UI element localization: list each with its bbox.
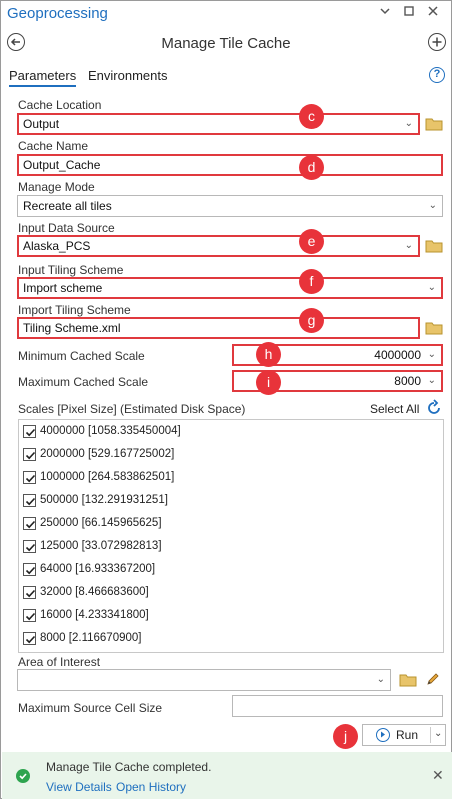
scale-label: 1000000 [264.583862501]	[40, 471, 175, 483]
max-cached-scale-label: Maximum Cached Scale	[18, 375, 149, 389]
help-icon[interactable]: ?	[429, 67, 445, 83]
callout-badge: f	[299, 269, 324, 294]
checkbox[interactable]	[23, 425, 36, 438]
folder-icon[interactable]	[399, 673, 417, 687]
input-data-source-select[interactable]: Alaska_PCS ⌄	[17, 235, 420, 257]
scale-label: 500000 [132.291931251]	[40, 494, 168, 506]
checkbox[interactable]	[23, 540, 36, 553]
input-tiling-scheme-value: Import scheme	[23, 281, 103, 295]
cache-name-value: Output_Cache	[23, 158, 101, 172]
scale-label: 4000000 [1058.335450004]	[40, 425, 181, 437]
chevron-down-icon[interactable]	[377, 5, 393, 21]
manage-mode-label: Manage Mode	[18, 180, 95, 194]
min-cached-scale-value: 4000000	[374, 348, 421, 362]
close-icon[interactable]	[425, 5, 441, 21]
folder-icon[interactable]	[425, 239, 443, 253]
success-icon	[16, 769, 30, 783]
cache-location-label: Cache Location	[18, 98, 102, 112]
checkbox[interactable]	[23, 448, 36, 461]
checkbox[interactable]	[23, 517, 36, 530]
scales-list: 4000000 [1058.335450004] 2000000 [529.16…	[18, 419, 444, 653]
folder-icon[interactable]	[425, 321, 443, 335]
folder-icon[interactable]	[425, 117, 443, 131]
checkbox[interactable]	[23, 563, 36, 576]
tab-bar: Parameters Environments ?	[1, 65, 451, 89]
checkbox[interactable]	[23, 586, 36, 599]
cache-location-value: Output	[23, 117, 60, 131]
callout-badge: h	[256, 342, 281, 367]
geoprocessing-pane: Geoprocessing Manage Tile Cache Paramete…	[0, 0, 452, 799]
callout-badge: d	[299, 155, 324, 180]
cache-name-label: Cache Name	[18, 139, 89, 153]
pane-title: Geoprocessing	[7, 5, 108, 22]
status-message: Manage Tile Cache completed.	[46, 760, 212, 774]
status-bar: Manage Tile Cache completed. View Detail…	[2, 752, 452, 799]
tool-header: Manage Tile Cache	[1, 29, 451, 59]
manage-mode-value: Recreate all tiles	[23, 199, 112, 213]
close-icon[interactable]: ✕	[432, 767, 444, 784]
max-source-cell-size-label: Maximum Source Cell Size	[18, 701, 163, 715]
play-icon	[376, 728, 390, 742]
callout-badge: i	[256, 370, 281, 395]
add-button[interactable]	[428, 33, 446, 51]
scale-label: 8000 [2.116670900]	[40, 632, 142, 644]
pencil-icon[interactable]	[425, 671, 441, 687]
checkbox[interactable]	[23, 632, 36, 645]
checkbox[interactable]	[23, 471, 36, 484]
chevron-down-icon: ⌄	[427, 375, 436, 386]
select-all-button[interactable]: Select All	[370, 402, 419, 416]
scale-label: 250000 [66.145965625]	[40, 517, 162, 529]
pin-icon[interactable]	[401, 5, 417, 21]
tab-parameters[interactable]: Parameters	[9, 68, 77, 87]
open-history-link[interactable]: Open History	[116, 780, 186, 794]
checkbox[interactable]	[23, 494, 36, 507]
callout-badge: j	[333, 724, 358, 749]
scale-label: 125000 [33.072982813]	[40, 540, 162, 552]
chevron-down-icon: ⌄	[427, 282, 436, 293]
callout-badge: g	[299, 308, 324, 333]
cache-location-select[interactable]: Output ⌄	[17, 113, 420, 135]
divider	[430, 727, 431, 743]
scale-label: 64000 [16.933367200]	[40, 563, 156, 575]
input-data-source-label: Input Data Source	[18, 221, 115, 235]
area-of-interest-label: Area of Interest	[18, 655, 101, 669]
chevron-down-icon: ⌄	[376, 674, 385, 685]
scale-label: 16000 [4.233341800]	[40, 609, 149, 621]
max-source-cell-size-input[interactable]	[232, 695, 443, 717]
chevron-down-icon: ⌄	[428, 200, 437, 211]
run-label: Run	[396, 728, 419, 742]
min-cached-scale-label: Minimum Cached Scale	[18, 349, 145, 363]
cache-name-input[interactable]: Output_Cache	[17, 154, 443, 176]
chevron-down-icon: ⌄	[404, 118, 413, 129]
input-data-source-value: Alaska_PCS	[23, 239, 91, 253]
scale-label: 32000 [8.466683600]	[40, 586, 149, 598]
callout-badge: c	[299, 104, 324, 129]
input-tiling-scheme-label: Input Tiling Scheme	[18, 263, 124, 277]
title-bar: Geoprocessing	[1, 1, 451, 27]
checkbox[interactable]	[23, 609, 36, 622]
refresh-icon[interactable]	[425, 399, 443, 417]
import-tiling-scheme-input[interactable]: Tiling Scheme.xml	[17, 317, 420, 339]
callout-badge: e	[299, 229, 324, 254]
chevron-down-icon: ⌄	[404, 240, 413, 251]
manage-mode-select[interactable]: Recreate all tiles ⌄	[17, 195, 443, 217]
chevron-down-icon[interactable]: ⌄	[434, 728, 442, 739]
tab-environments[interactable]: Environments	[88, 68, 167, 83]
import-tiling-scheme-value: Tiling Scheme.xml	[23, 321, 121, 335]
chevron-down-icon: ⌄	[427, 349, 436, 360]
input-tiling-scheme-select[interactable]: Import scheme ⌄	[17, 277, 443, 299]
max-cached-scale-value: 8000	[394, 374, 421, 388]
view-details-link[interactable]: View Details	[46, 780, 112, 794]
scales-header: Scales [Pixel Size] (Estimated Disk Spac…	[18, 402, 246, 416]
run-button[interactable]: Run ⌄	[362, 724, 446, 746]
area-of-interest-select[interactable]: ⌄	[17, 669, 391, 691]
tool-title: Manage Tile Cache	[161, 35, 291, 52]
scale-label: 2000000 [529.167725002]	[40, 448, 175, 460]
import-tiling-scheme-label: Import Tiling Scheme	[18, 303, 131, 317]
